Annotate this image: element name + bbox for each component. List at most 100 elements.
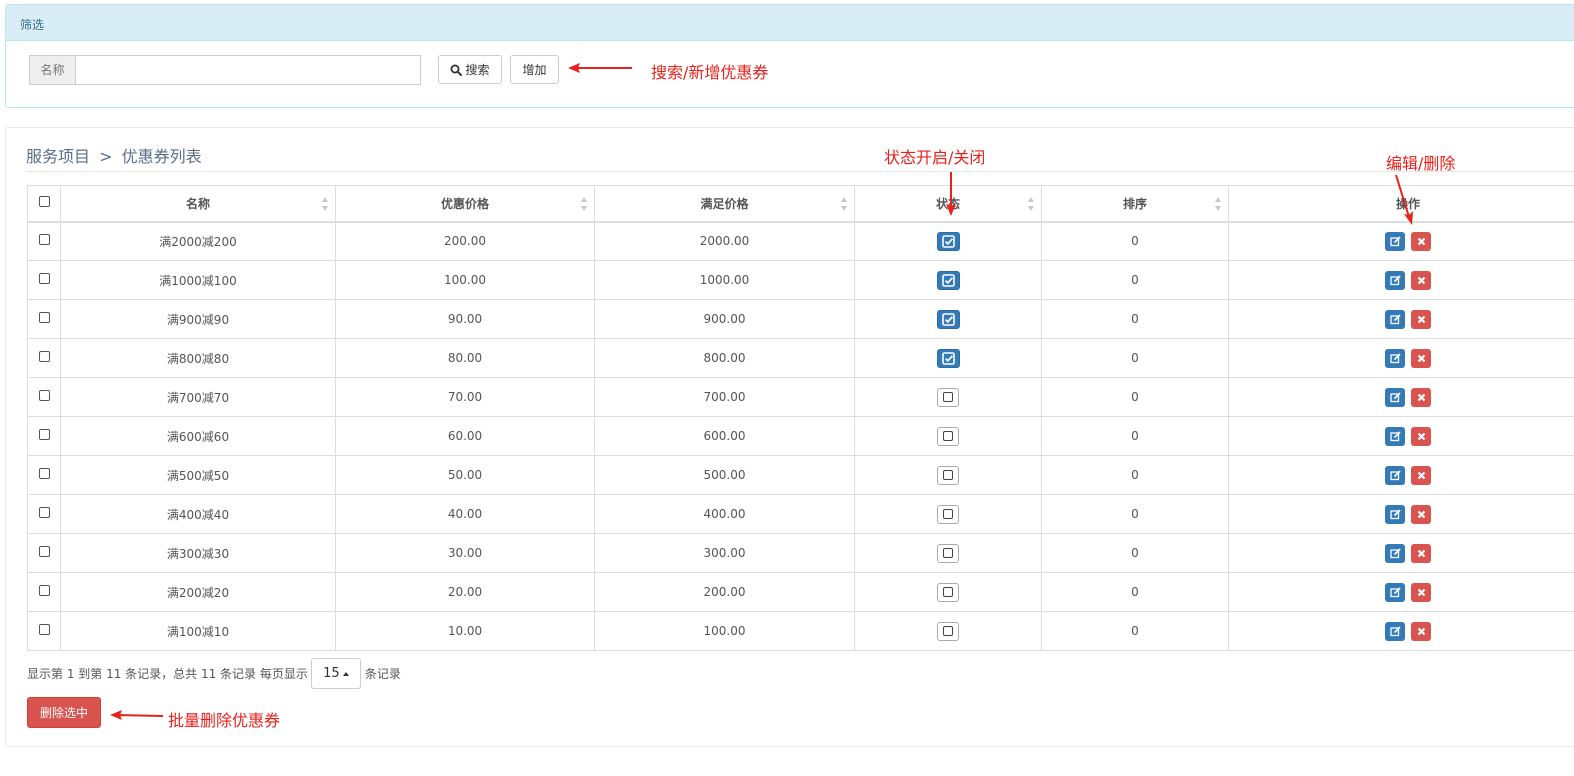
edit-button[interactable] (1385, 543, 1405, 563)
delete-button[interactable] (1411, 582, 1431, 602)
edit-button[interactable] (1385, 621, 1405, 641)
cell-name: 满500减50 (60, 455, 336, 495)
row-select-cell (27, 494, 61, 534)
delete-button[interactable] (1411, 504, 1431, 524)
cell-threshold: 1000.00 (594, 260, 855, 300)
delete-button[interactable] (1411, 309, 1431, 329)
cell-discount: 10.00 (335, 611, 595, 651)
row-checkbox[interactable] (38, 507, 50, 518)
table-row: 满700减70 70.00 700.00 0 (27, 377, 1574, 417)
edit-icon (1389, 391, 1401, 402)
delete-button[interactable] (1411, 270, 1431, 290)
cell-status (854, 533, 1042, 573)
delete-selected-button[interactable]: 删除选中 (27, 697, 101, 728)
status-toggle-on[interactable] (936, 348, 960, 368)
delete-button[interactable] (1411, 543, 1431, 563)
edit-button[interactable] (1385, 504, 1405, 524)
status-toggle-on[interactable] (936, 270, 960, 290)
status-toggle-off[interactable] (937, 465, 959, 485)
check-square-icon (941, 273, 955, 287)
filter-panel-title: 筛选 (6, 5, 1574, 41)
row-checkbox[interactable] (38, 273, 50, 284)
close-icon (1417, 627, 1425, 635)
cell-discount: 20.00 (335, 572, 595, 612)
cell-actions (1228, 494, 1574, 534)
search-button[interactable]: 搜索 (438, 55, 502, 84)
delete-button[interactable] (1411, 348, 1431, 368)
status-toggle-on[interactable] (936, 231, 960, 251)
edit-button[interactable] (1385, 582, 1405, 602)
status-toggle-off[interactable] (937, 426, 959, 446)
row-select-cell (27, 377, 61, 417)
status-toggle-on[interactable] (936, 309, 960, 329)
caret-up-icon (342, 671, 349, 676)
edit-icon (1389, 352, 1401, 363)
row-checkbox[interactable] (38, 351, 50, 362)
row-checkbox[interactable] (38, 312, 50, 323)
breadcrumb-root[interactable]: 服务项目 (26, 147, 90, 166)
table-row: 满100减10 10.00 100.00 0 (27, 611, 1574, 651)
column-header-name[interactable]: 名称 (60, 185, 336, 223)
column-header-discount[interactable]: 优惠价格 (335, 185, 595, 223)
cell-name: 满100减10 (60, 611, 336, 651)
close-icon (1417, 315, 1425, 323)
edit-button[interactable] (1385, 426, 1405, 446)
cell-sort: 0 (1041, 299, 1229, 339)
breadcrumb-separator: > (99, 147, 113, 166)
delete-button[interactable] (1411, 387, 1431, 407)
status-toggle-off[interactable] (937, 582, 959, 602)
table-row: 满600减60 60.00 600.00 0 (27, 416, 1574, 456)
column-header-threshold[interactable]: 满足价格 (594, 185, 855, 223)
row-checkbox[interactable] (38, 234, 50, 246)
row-select-cell (27, 416, 61, 456)
page-size-dropdown[interactable]: 15 (310, 658, 361, 689)
cell-status (854, 299, 1042, 339)
cell-name: 满400减40 (60, 494, 336, 534)
row-checkbox[interactable] (38, 585, 50, 596)
square-icon (943, 431, 953, 441)
status-toggle-off[interactable] (937, 621, 959, 641)
select-all-checkbox[interactable] (38, 196, 50, 208)
add-button[interactable]: 增加 (510, 55, 559, 84)
edit-button[interactable] (1385, 465, 1405, 485)
cell-sort: 0 (1041, 611, 1229, 651)
delete-button[interactable] (1411, 465, 1431, 485)
cell-threshold: 800.00 (594, 338, 855, 378)
sort-icon (581, 197, 588, 211)
row-checkbox[interactable] (38, 546, 50, 557)
delete-button[interactable] (1411, 231, 1431, 251)
cell-discount: 30.00 (335, 533, 595, 573)
row-checkbox[interactable] (38, 390, 50, 401)
edit-button[interactable] (1385, 348, 1405, 368)
cell-actions (1228, 377, 1574, 417)
filter-panel: 筛选 名称 搜索 增加 (5, 4, 1574, 108)
cell-discount: 200.00 (335, 221, 595, 261)
cell-threshold: 300.00 (594, 533, 855, 573)
name-filter-input[interactable] (75, 55, 421, 85)
delete-button[interactable] (1411, 621, 1431, 641)
status-toggle-off[interactable] (937, 387, 959, 407)
row-checkbox[interactable] (38, 624, 50, 635)
row-checkbox[interactable] (38, 429, 50, 440)
edit-icon (1389, 547, 1401, 558)
square-icon (943, 509, 953, 519)
column-header-sort[interactable]: 排序 (1041, 185, 1229, 223)
table-row: 满400减40 40.00 400.00 0 (27, 494, 1574, 534)
name-filter-label: 名称 (29, 55, 75, 85)
edit-icon (1389, 274, 1401, 285)
select-all-cell (27, 185, 61, 223)
cell-actions (1228, 572, 1574, 612)
table-header-row: 名称 优惠价格 满足价格 状态 排序 操作 (27, 185, 1574, 223)
row-checkbox[interactable] (38, 468, 50, 479)
delete-button[interactable] (1411, 426, 1431, 446)
status-toggle-off[interactable] (937, 543, 959, 563)
cell-name: 满900减90 (60, 299, 336, 339)
cell-sort: 0 (1041, 416, 1229, 456)
edit-button[interactable] (1385, 309, 1405, 329)
edit-button[interactable] (1385, 387, 1405, 407)
close-icon (1417, 432, 1425, 440)
edit-button[interactable] (1385, 270, 1405, 290)
cell-actions (1228, 416, 1574, 456)
status-toggle-off[interactable] (937, 504, 959, 524)
edit-button[interactable] (1385, 231, 1405, 251)
